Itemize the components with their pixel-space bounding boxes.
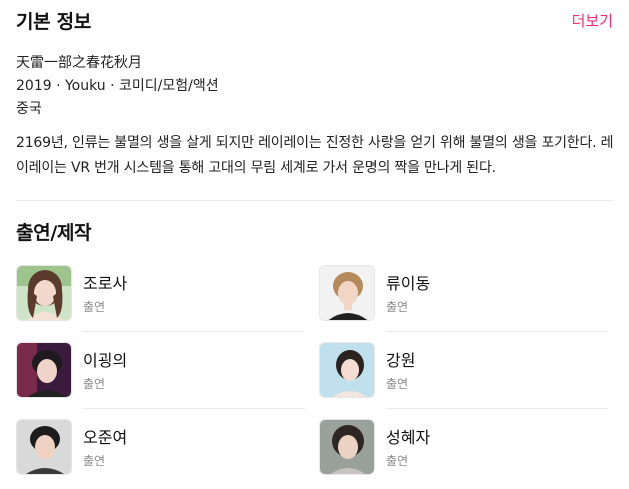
section-divider [16,200,613,201]
cast-name: 성혜자 [386,428,431,447]
meta-line: 2019 · Youku · 코미디/모험/액션 [16,78,219,94]
cast-role: 출연 [386,377,409,391]
cast-name: 강원 [386,351,416,370]
row-divider [386,408,608,409]
original-title: 天雷一部之春花秋月 [16,55,142,71]
avatar [319,342,375,398]
cast-role: 출연 [83,300,106,314]
cast-item[interactable]: 성혜자 출연 [319,419,608,479]
avatar [16,419,72,475]
cast-role: 출연 [386,300,409,314]
avatar [319,419,375,475]
basic-info-title: 기본 정보 [16,10,92,33]
cast-item[interactable]: 류이동 출연 [319,265,608,332]
more-link[interactable]: 더보기 [572,10,613,31]
country: 중국 [16,101,42,117]
cast-name: 조로사 [83,274,128,293]
avatar [319,265,375,321]
cast-role: 출연 [83,454,106,468]
cast-title: 출연/제작 [16,222,92,244]
row-divider [83,331,305,332]
cast-item[interactable]: 이굉의 출연 [16,342,305,409]
avatar [16,342,72,398]
row-divider [386,331,608,332]
cast-role: 출연 [386,454,409,468]
cast-role: 출연 [83,377,106,391]
basic-info: 天雷一部之春花秋月 2019 · Youku · 코미디/모험/액션 중국 [16,52,613,121]
avatar [16,265,72,321]
cast-name: 오준여 [83,428,128,447]
cast-item[interactable]: 오준여 출연 [16,419,305,479]
cast-name: 이굉의 [83,351,128,370]
synopsis: 2169년, 인류는 불멸의 생을 살게 되지만 레이레이는 진정한 사랑을 얻… [16,135,614,176]
basic-info-header: 기본 정보 더보기 [16,6,613,34]
detail-page: 기본 정보 더보기 天雷一部之春花秋月 2019 · Youku · 코미디/모… [0,0,629,489]
cast-item[interactable]: 강원 출연 [319,342,608,409]
cast-name: 류이동 [386,274,431,293]
cast-item[interactable]: 조로사 출연 [16,265,305,332]
row-divider [83,408,305,409]
